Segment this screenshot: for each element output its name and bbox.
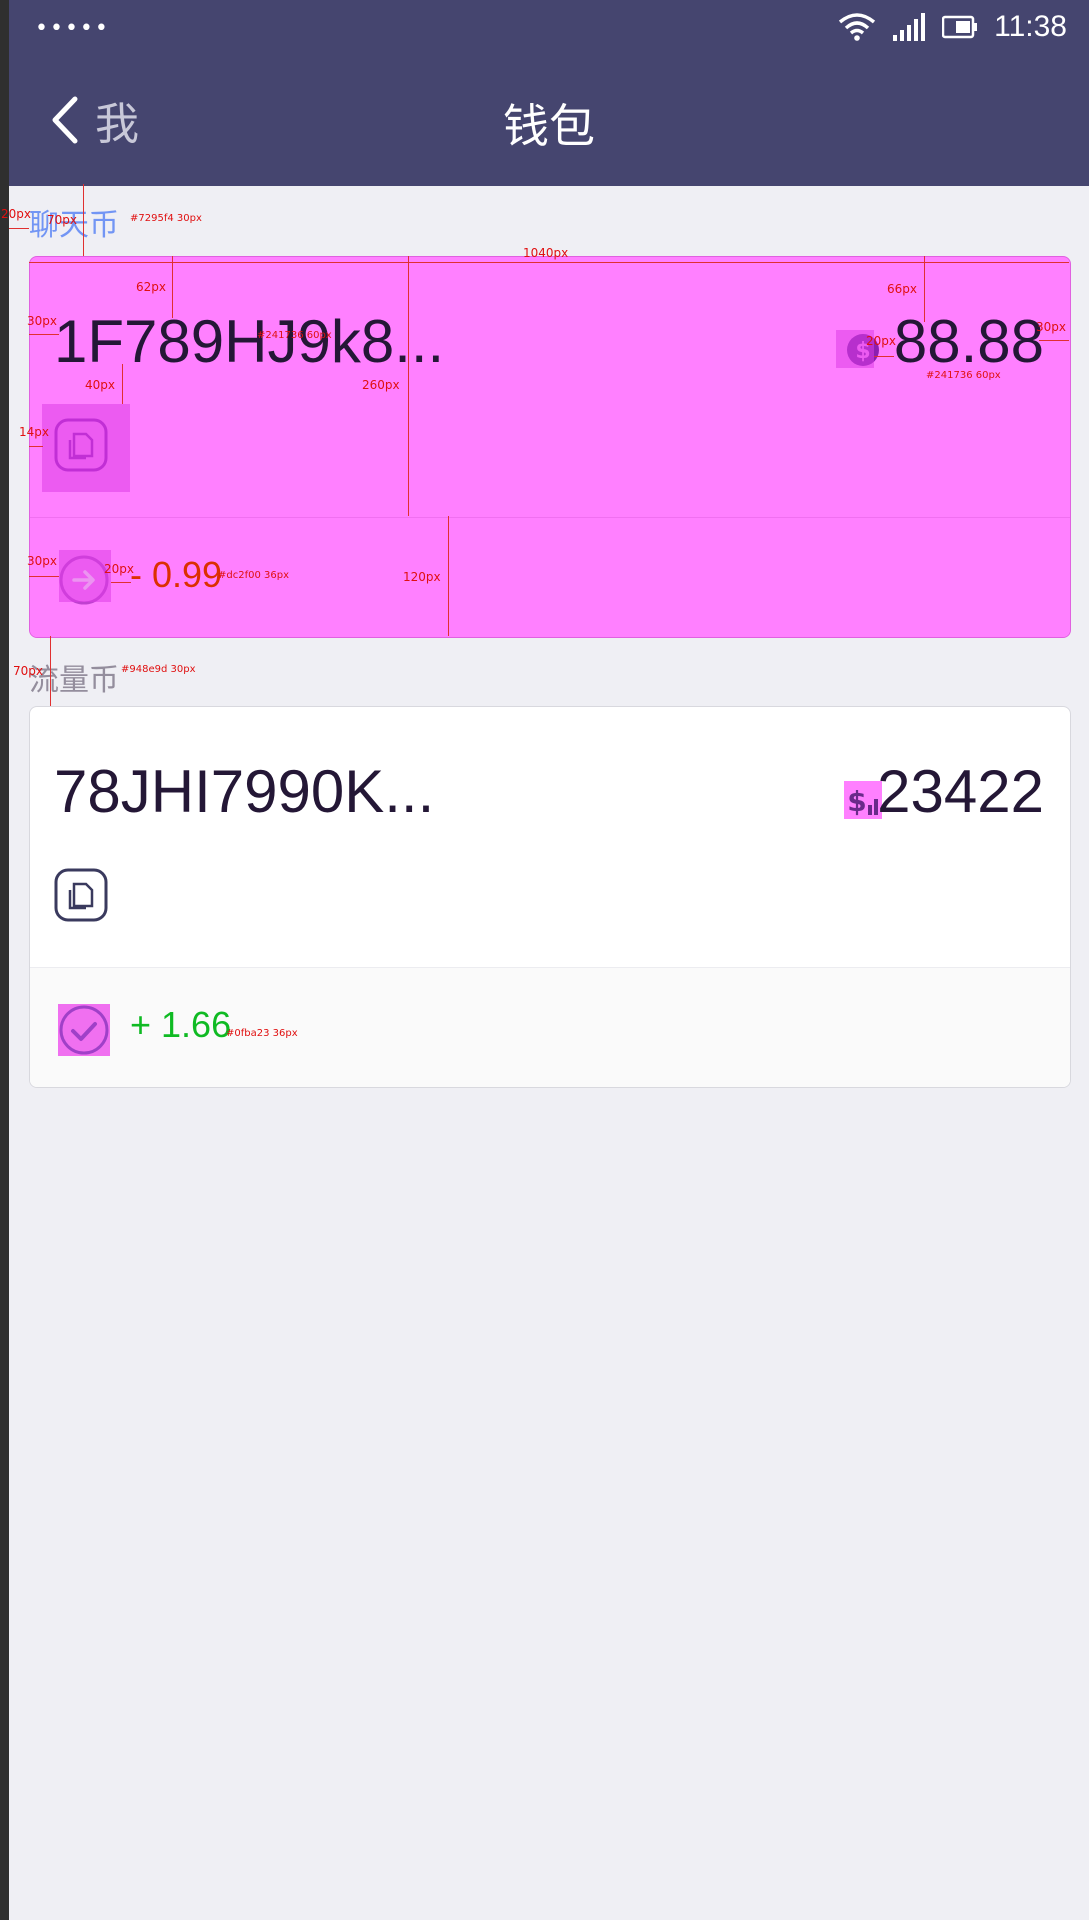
status-bar: ••••• 11:38	[9, 0, 1089, 54]
annotation-line	[122, 364, 123, 404]
nav-bar: 我 钱包	[9, 54, 1089, 186]
annotation-label: 120px	[403, 570, 441, 584]
chat-coin-change: - 0.99	[130, 554, 223, 595]
annotation-label: 30px	[1036, 320, 1066, 334]
annotation-line	[1039, 340, 1069, 341]
annotation-label: #0fba23 36px	[226, 1028, 298, 1039]
chat-coin-balance: 88.88	[893, 308, 1044, 375]
data-coin-card-top: 78JHI7990K... $ 23422	[30, 707, 1070, 967]
annotation-label: #7295f4 30px	[130, 213, 202, 224]
annotation-line	[111, 582, 131, 583]
annotation-line	[29, 334, 59, 335]
chat-coin-card[interactable]: 1F789HJ9k8... $ 88.88 - 0.99	[29, 256, 1071, 638]
status-time: 11:38	[994, 10, 1067, 43]
annotation-label: 30px	[27, 314, 57, 328]
svg-text:$: $	[847, 785, 866, 818]
annotation-label: #948e9d 30px	[121, 664, 196, 675]
annotation-label: 14px	[19, 425, 49, 439]
annotation-label: 20px	[866, 334, 896, 348]
check-circle-icon	[58, 1004, 110, 1056]
annotation-label: #241736 60px	[257, 330, 332, 341]
annotation-label: 66px	[887, 282, 917, 296]
highlight-copy	[42, 404, 130, 492]
annotation-label: 40px	[85, 378, 115, 392]
annotation-label: 20px	[104, 562, 134, 576]
data-coin-balance: 23422	[877, 758, 1044, 825]
annotation-label: 70px	[13, 664, 43, 678]
wifi-icon	[839, 13, 876, 41]
annotation-label: 1040px	[523, 246, 569, 260]
chat-coin-transaction[interactable]: - 0.99	[30, 517, 1070, 637]
battery-icon	[942, 15, 978, 39]
page-title: 钱包	[503, 99, 595, 153]
annotation-line	[924, 256, 925, 322]
annotation-line	[29, 262, 1069, 263]
chat-coin-address: 1F789HJ9k8...	[54, 308, 445, 375]
annotation-label: 62px	[136, 280, 166, 294]
annotation-line	[448, 516, 449, 636]
annotation-label: 20px	[1, 207, 31, 221]
copy-icon[interactable]	[54, 868, 108, 922]
chat-coin-card-top: 1F789HJ9k8... $ 88.88	[30, 257, 1070, 517]
annotation-line	[9, 228, 29, 229]
annotation-line	[83, 184, 84, 256]
annotation-label: 260px	[362, 378, 400, 392]
cellular-signal-icon	[893, 13, 926, 41]
annotation-line	[50, 636, 51, 706]
annotation-label: 70px	[47, 213, 77, 227]
signal-dots: •••••	[35, 16, 110, 41]
data-coin-address: 78JHI7990K...	[54, 758, 435, 825]
annotation-line	[29, 446, 43, 447]
screen-edge	[0, 0, 9, 1920]
data-coin-change: + 1.66	[130, 1004, 232, 1045]
annotation-label: 30px	[27, 554, 57, 568]
annotation-line	[172, 256, 173, 318]
data-coin-card[interactable]: 78JHI7990K... $ 23422 + 1.66	[29, 706, 1071, 1088]
highlight-arrow	[59, 550, 111, 602]
annotation-line	[408, 256, 409, 516]
annotation-line	[874, 356, 894, 357]
data-coin-transaction[interactable]: + 1.66	[30, 967, 1070, 1087]
annotation-label: #241736 60px	[926, 370, 1001, 381]
annotation-line	[29, 576, 59, 577]
annotation-label: #dc2f00 36px	[218, 570, 290, 581]
